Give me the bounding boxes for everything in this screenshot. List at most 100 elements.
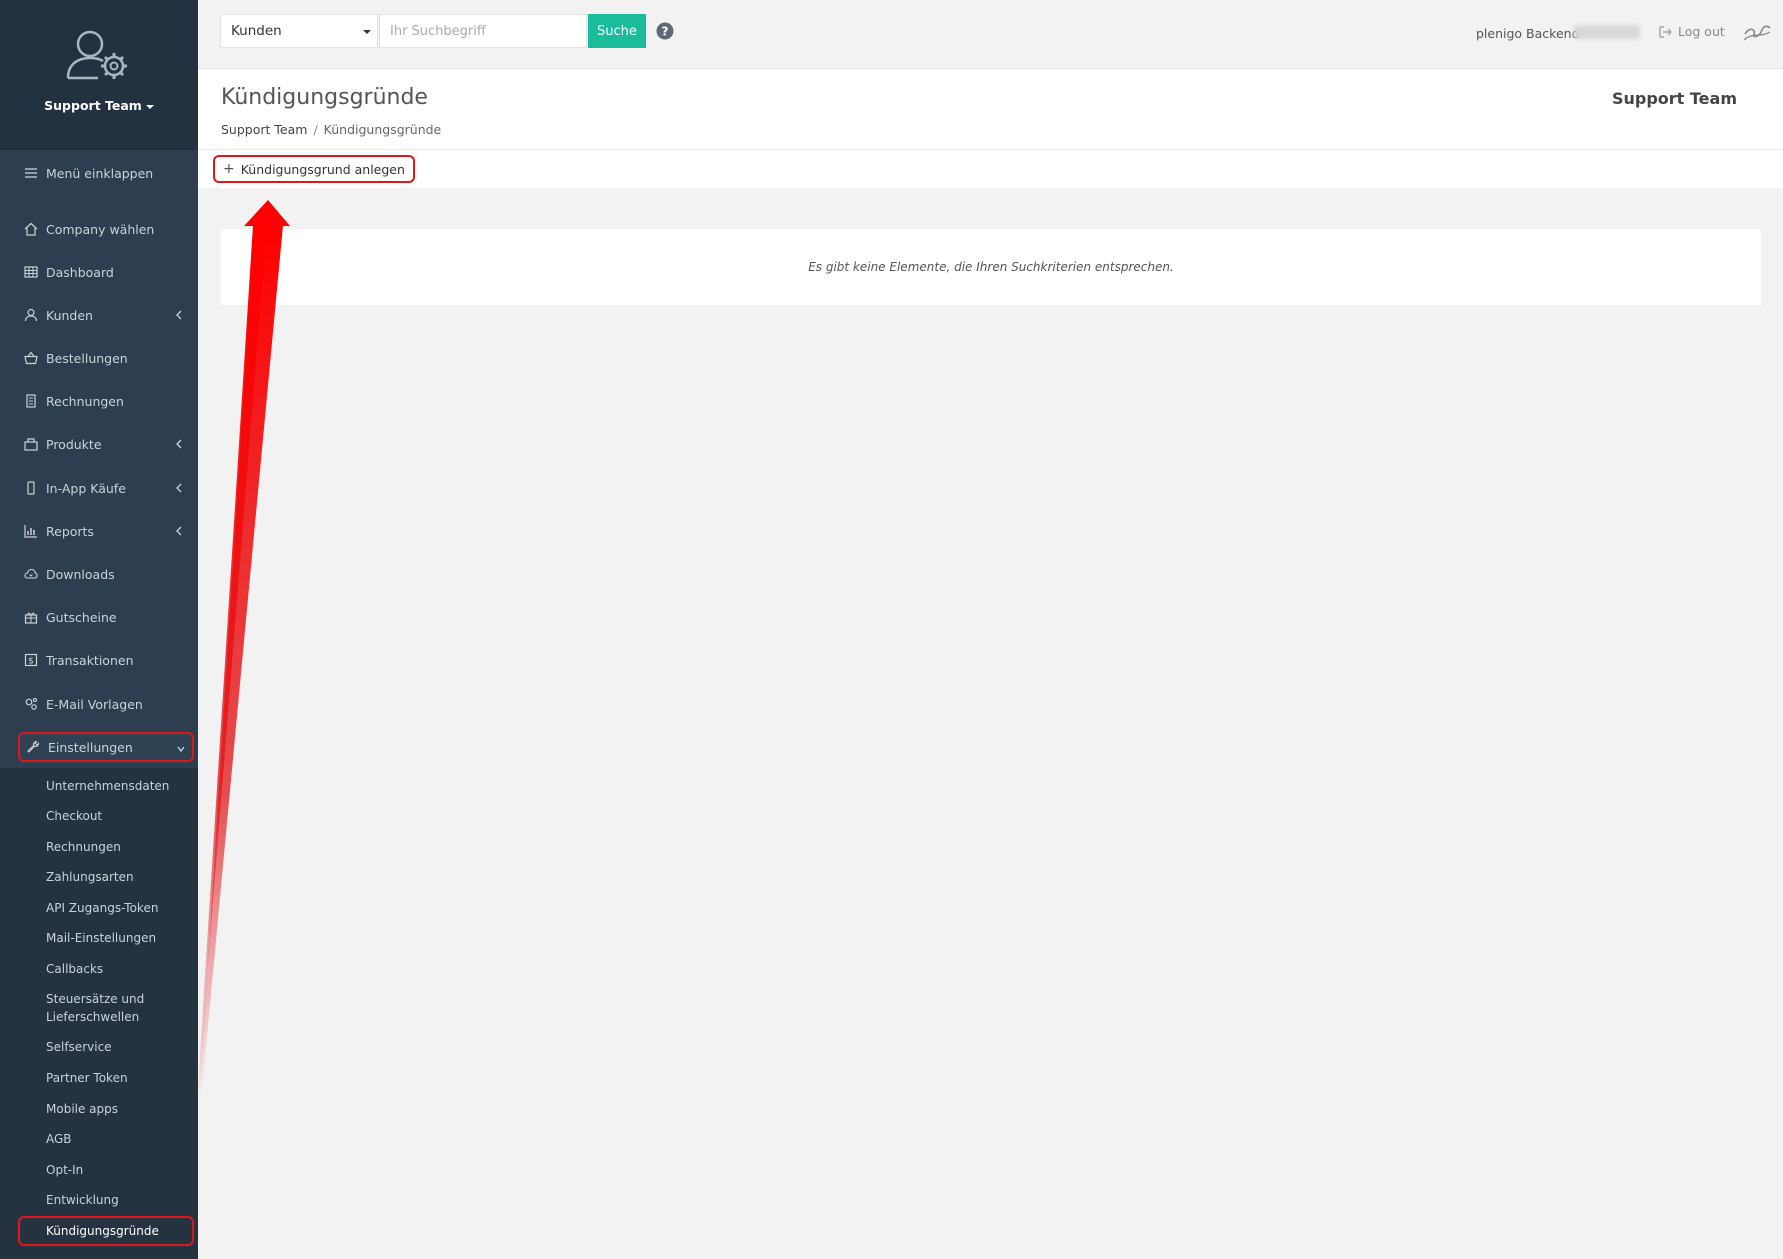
profile-header: Support Team: [0, 0, 198, 150]
sidebar-item-downloads[interactable]: Downloads: [0, 554, 198, 594]
wrench-icon: [26, 740, 40, 754]
action-bar: + Kündigungsgrund anlegen: [198, 150, 1783, 188]
sidebar-item-label: Company wählen: [46, 221, 155, 237]
home-icon: [24, 222, 38, 236]
user-settings-icon: [62, 26, 134, 86]
sidebar-item-reports[interactable]: Reports: [0, 511, 198, 551]
sidebar-item-bestellungen[interactable]: Bestellungen: [0, 338, 198, 378]
search-button[interactable]: Suche: [588, 14, 646, 48]
caret-down-icon: [145, 104, 154, 109]
submenu-item-zahlungsarten[interactable]: Zahlungsarten: [46, 868, 134, 886]
chevron-down-icon: [176, 742, 186, 756]
basket-icon: [24, 351, 38, 365]
help-icon[interactable]: ?: [656, 22, 674, 40]
grid-icon: [24, 265, 38, 279]
chevron-left-icon: [174, 437, 184, 451]
svg-text:?: ?: [662, 24, 669, 38]
plenigo-logo-icon[interactable]: [1742, 20, 1772, 44]
submenu-item-unternehmensdaten[interactable]: Unternehmensdaten: [46, 777, 169, 795]
user-icon: [24, 308, 38, 322]
sidebar: Support Team Menü einklappen Company wäh…: [0, 0, 198, 1259]
sidebar-item-company[interactable]: Company wählen: [0, 209, 198, 249]
sidebar-item-label: Kunden: [46, 307, 93, 323]
submenu-item-checkout[interactable]: Checkout: [46, 807, 102, 825]
sidebar-item-kunden[interactable]: Kunden: [0, 295, 198, 335]
submenu-item-mail-einstellungen[interactable]: Mail-Einstellungen: [46, 929, 156, 947]
sidebar-item-email-vorlagen[interactable]: E-Mail Vorlagen: [0, 684, 198, 724]
backend-label: plenigo Backend: [1476, 26, 1580, 41]
breadcrumb-current: Kündigungsgründe: [323, 122, 442, 137]
submenu-item-rechnungen[interactable]: Rechnungen: [46, 838, 121, 856]
search-scope-select[interactable]: Kunden: [220, 14, 378, 48]
submenu-item-entwicklung[interactable]: Entwicklung: [46, 1191, 119, 1209]
sidebar-item-label: Gutscheine: [46, 609, 117, 625]
sidebar-item-inapp[interactable]: In-App Käufe: [0, 468, 198, 508]
topbar: Kunden Suche ? plenigo Backend Log out: [198, 0, 1783, 69]
sidebar-item-label: Rechnungen: [46, 393, 124, 409]
arrow-shaft: [198, 210, 281, 1090]
team-switcher[interactable]: Support Team: [0, 98, 198, 113]
cogs-icon: [24, 697, 38, 711]
empty-message: Es gibt keine Elemente, die Ihren Suchkr…: [808, 260, 1174, 274]
submenu-item-agb[interactable]: AGB: [46, 1130, 72, 1148]
breadcrumb: Support Team / Kündigungsgründe: [221, 122, 441, 137]
sidebar-item-label: Downloads: [46, 566, 115, 582]
mobile-icon: [24, 481, 38, 495]
search-input[interactable]: [379, 14, 587, 48]
blurred-username: [1574, 25, 1640, 39]
chevron-left-icon: [174, 481, 184, 495]
submenu-item-callbacks[interactable]: Callbacks: [46, 960, 103, 978]
search-scope-value: Kunden: [231, 23, 282, 39]
chevron-left-icon: [174, 524, 184, 538]
submenu-item-api-token[interactable]: API Zugangs-Token: [46, 899, 158, 917]
cloud-download-icon: [24, 567, 38, 581]
caret-down-icon: [363, 30, 371, 34]
sidebar-item-label: Bestellungen: [46, 350, 128, 366]
arrow-shaft-body: [197, 225, 283, 1100]
sidebar-item-label: Dashboard: [46, 264, 114, 280]
document-icon: [24, 394, 38, 408]
submenu-item-kuendigungsgruende[interactable]: Kündigungsgründe: [18, 1216, 194, 1246]
team-name-label: Support Team: [44, 98, 142, 113]
gift-icon: [24, 610, 38, 624]
dollar-icon: $: [24, 653, 38, 667]
submenu-item-opt-in[interactable]: Opt-In: [46, 1161, 83, 1179]
add-cancellation-reason-button[interactable]: + Kündigungsgrund anlegen: [213, 155, 415, 183]
sidebar-item-produkte[interactable]: Produkte: [0, 424, 198, 464]
hamburger-icon: [24, 166, 38, 180]
products-icon: [24, 437, 38, 451]
submenu-item-partner-token[interactable]: Partner Token: [46, 1069, 128, 1087]
sidebar-item-label: E-Mail Vorlagen: [46, 696, 143, 712]
sidebar-item-gutscheine[interactable]: Gutscheine: [0, 597, 198, 637]
current-team-label: Support Team: [1611, 89, 1737, 108]
logout-label: Log out: [1678, 24, 1725, 39]
sidebar-item-dashboard[interactable]: Dashboard: [0, 252, 198, 292]
plus-icon: +: [223, 161, 235, 177]
submenu-item-mobile-apps[interactable]: Mobile apps: [46, 1100, 118, 1118]
logout-icon: [1658, 25, 1672, 39]
sidebar-item-label: Transaktionen: [46, 652, 134, 668]
add-button-label: Kündigungsgrund anlegen: [240, 161, 405, 177]
sidebar-item-label: In-App Käufe: [46, 480, 126, 496]
submenu-item-steuersaetze[interactable]: Steuersätze und Lieferschwellen: [46, 990, 156, 1026]
menu-collapse-label: Menü einklappen: [46, 165, 154, 181]
arrow-head: [244, 200, 290, 226]
sidebar-item-label: Produkte: [46, 436, 102, 452]
breadcrumb-separator: /: [313, 122, 318, 137]
svg-text:$: $: [28, 657, 34, 667]
annotation-arrow: [197, 200, 290, 1100]
submenu-item-selfservice[interactable]: Selfservice: [46, 1038, 112, 1056]
page-header: Kündigungsgründe Support Team / Kündigungs…: [198, 69, 1783, 150]
sidebar-item-einstellungen[interactable]: Einstellungen: [18, 732, 194, 762]
menu-collapse-button[interactable]: Menü einklappen: [0, 153, 198, 193]
sidebar-item-transaktionen[interactable]: $ Transaktionen: [0, 640, 198, 680]
sidebar-item-label: Reports: [46, 523, 94, 539]
sidebar-item-rechnungen[interactable]: Rechnungen: [0, 381, 198, 421]
logout-link[interactable]: Log out: [1658, 24, 1725, 39]
bar-chart-icon: [24, 524, 38, 538]
sidebar-item-label: Einstellungen: [48, 739, 133, 755]
page-title: Kündigungsgründe: [221, 85, 428, 110]
chevron-left-icon: [174, 308, 184, 322]
results-panel: Es gibt keine Elemente, die Ihren Suchkr…: [221, 229, 1761, 305]
breadcrumb-root[interactable]: Support Team: [221, 122, 307, 137]
